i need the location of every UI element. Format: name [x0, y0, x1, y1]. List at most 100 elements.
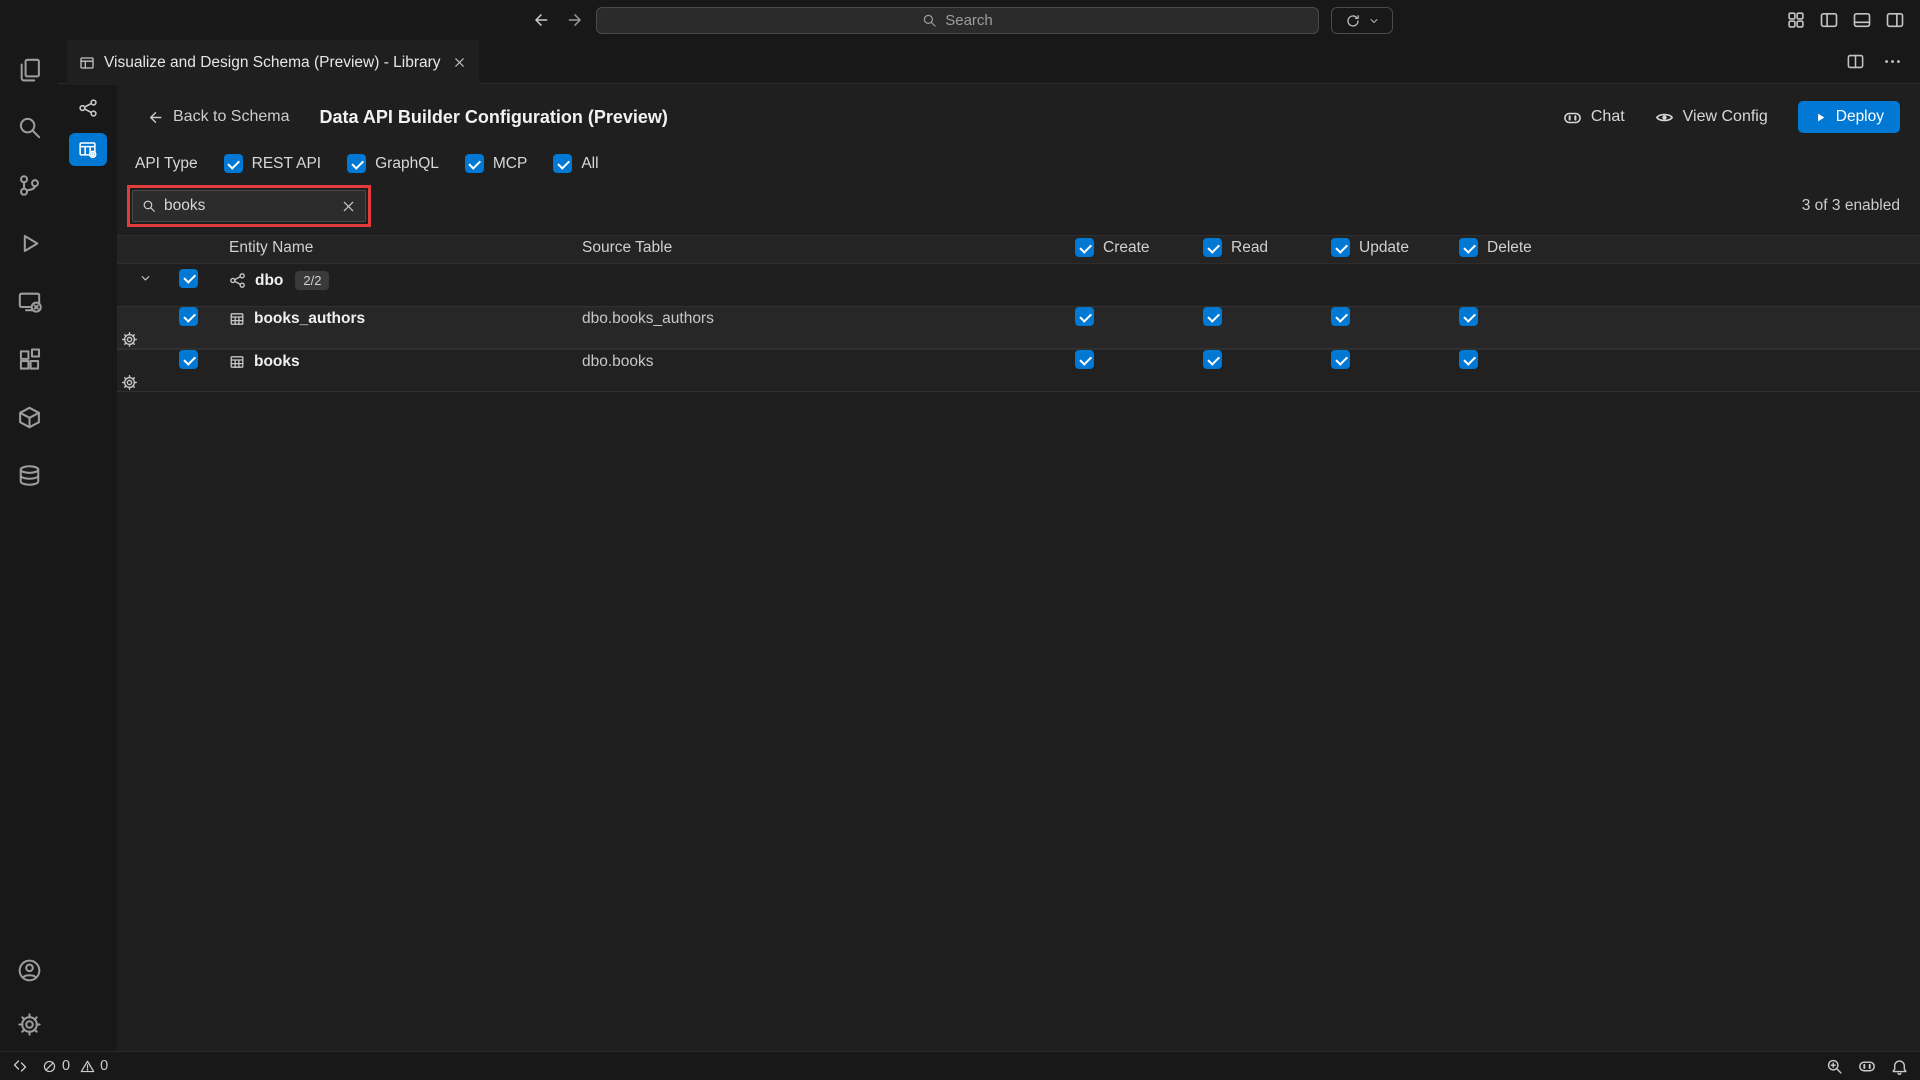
all-checkbox[interactable]: [553, 154, 572, 173]
back-label: Back to Schema: [173, 108, 290, 126]
table-row[interactable]: books dbo.books: [117, 349, 1920, 392]
toolbar-dropdown-button[interactable]: [1331, 7, 1393, 34]
chat-label: Chat: [1591, 108, 1625, 126]
table-header-row: Entity Name Source Table Create Read Upd…: [117, 235, 1920, 264]
back-navigation-icon[interactable]: [532, 11, 550, 29]
entity-name: books_authors: [254, 310, 365, 328]
tab-label: Visualize and Design Schema (Preview) - …: [104, 54, 441, 72]
filter-rest-api[interactable]: REST API: [224, 154, 322, 173]
entity-name-header: Entity Name: [217, 239, 582, 257]
mcp-checkbox[interactable]: [465, 154, 484, 173]
bell-icon[interactable]: [1891, 1058, 1908, 1075]
search-icon[interactable]: [0, 98, 58, 156]
read-checkbox[interactable]: [1203, 350, 1222, 369]
row-select-checkbox[interactable]: [179, 350, 198, 369]
entity-name: books: [254, 353, 300, 371]
errors-count: 0: [62, 1058, 70, 1074]
tab-visualize-design-schema[interactable]: Visualize and Design Schema (Preview) - …: [67, 40, 479, 85]
delete-all-checkbox[interactable]: [1459, 238, 1478, 257]
source-table-header: Source Table: [582, 239, 1062, 257]
chevron-down-icon[interactable]: [138, 271, 153, 286]
read-checkbox[interactable]: [1203, 307, 1222, 326]
schema-group-row[interactable]: dbo 2/2: [117, 264, 1920, 306]
split-editor-icon[interactable]: [1846, 52, 1865, 71]
filter-graphql[interactable]: GraphQL: [347, 154, 439, 173]
extension-side-bar: [58, 84, 117, 1051]
activity-bar: [0, 40, 58, 1051]
problems-indicator[interactable]: 0 0: [42, 1058, 108, 1074]
zoom-in-icon[interactable]: [1826, 1058, 1843, 1075]
create-checkbox[interactable]: [1075, 350, 1094, 369]
entities-table: Entity Name Source Table Create Read Upd…: [117, 235, 1920, 392]
filter-all[interactable]: All: [553, 154, 598, 173]
row-select-checkbox[interactable]: [179, 307, 198, 326]
source-table: dbo.books: [582, 353, 1062, 371]
run-debug-icon[interactable]: [0, 214, 58, 272]
update-all-checkbox[interactable]: [1331, 238, 1350, 257]
back-to-schema-link[interactable]: Back to Schema: [147, 108, 290, 126]
view-config-label: View Config: [1683, 108, 1768, 126]
loop-icon: [1345, 13, 1361, 29]
title-bar: Search: [0, 0, 1920, 40]
deploy-button[interactable]: Deploy: [1798, 101, 1900, 133]
group-select-checkbox[interactable]: [179, 269, 198, 288]
explorer-icon[interactable]: [0, 40, 58, 98]
row-settings-gear-icon[interactable]: [121, 374, 138, 391]
play-icon: [1814, 111, 1827, 124]
search-icon: [142, 199, 156, 213]
eye-icon: [1655, 108, 1674, 127]
copilot-icon: [1563, 108, 1582, 127]
dab-configuration-panel: Back to Schema Data API Builder Configur…: [117, 84, 1920, 1051]
database-projects-icon[interactable]: [0, 388, 58, 446]
close-icon[interactable]: [452, 55, 467, 70]
create-all-checkbox[interactable]: [1075, 238, 1094, 257]
command-center-search[interactable]: Search: [596, 7, 1319, 34]
chat-button[interactable]: Chat: [1563, 108, 1625, 127]
remote-explorer-icon[interactable]: [0, 272, 58, 330]
warnings-icon: [80, 1059, 95, 1074]
graphql-label: GraphQL: [375, 155, 439, 173]
api-type-label: API Type: [135, 155, 198, 173]
create-checkbox[interactable]: [1075, 307, 1094, 326]
view-config-button[interactable]: View Config: [1655, 108, 1768, 127]
remote-indicator-icon[interactable]: [12, 1058, 28, 1074]
update-checkbox[interactable]: [1331, 350, 1350, 369]
filter-mcp[interactable]: MCP: [465, 154, 527, 173]
read-header: Read: [1231, 239, 1268, 257]
customize-layout-icon[interactable]: [1786, 10, 1806, 30]
all-label: All: [581, 155, 598, 173]
dab-config-icon[interactable]: [69, 133, 107, 166]
update-header: Update: [1359, 239, 1409, 257]
schema-nodes-icon: [229, 272, 246, 289]
mcp-label: MCP: [493, 155, 527, 173]
row-settings-gear-icon[interactable]: [121, 331, 138, 348]
status-bar: 0 0: [0, 1051, 1920, 1080]
delete-header: Delete: [1487, 239, 1532, 257]
rest-api-checkbox[interactable]: [224, 154, 243, 173]
table-icon: [229, 354, 245, 370]
source-table: dbo.books_authors: [582, 310, 1062, 328]
forward-navigation-icon[interactable]: [566, 11, 584, 29]
delete-checkbox[interactable]: [1459, 307, 1478, 326]
source-control-icon[interactable]: [0, 156, 58, 214]
clear-search-icon[interactable]: [341, 199, 356, 214]
graphql-checkbox[interactable]: [347, 154, 366, 173]
toggle-panel-icon[interactable]: [1852, 10, 1872, 30]
toggle-primary-sidebar-icon[interactable]: [1819, 10, 1839, 30]
toggle-secondary-sidebar-icon[interactable]: [1885, 10, 1905, 30]
entity-search-input[interactable]: books: [132, 190, 366, 222]
command-center-placeholder: Search: [945, 12, 993, 29]
account-icon[interactable]: [0, 943, 58, 997]
settings-gear-icon[interactable]: [0, 997, 58, 1051]
update-checkbox[interactable]: [1331, 307, 1350, 326]
sql-server-icon[interactable]: [0, 446, 58, 504]
extensions-icon[interactable]: [0, 330, 58, 388]
more-actions-icon[interactable]: [1883, 52, 1902, 71]
read-all-checkbox[interactable]: [1203, 238, 1222, 257]
delete-checkbox[interactable]: [1459, 350, 1478, 369]
search-icon: [922, 13, 937, 28]
table-row[interactable]: books_authors dbo.books_authors: [117, 306, 1920, 349]
copilot-icon[interactable]: [1858, 1057, 1876, 1075]
schema-designer-icon[interactable]: [69, 91, 107, 124]
schema-group-badge: 2/2: [295, 271, 329, 290]
